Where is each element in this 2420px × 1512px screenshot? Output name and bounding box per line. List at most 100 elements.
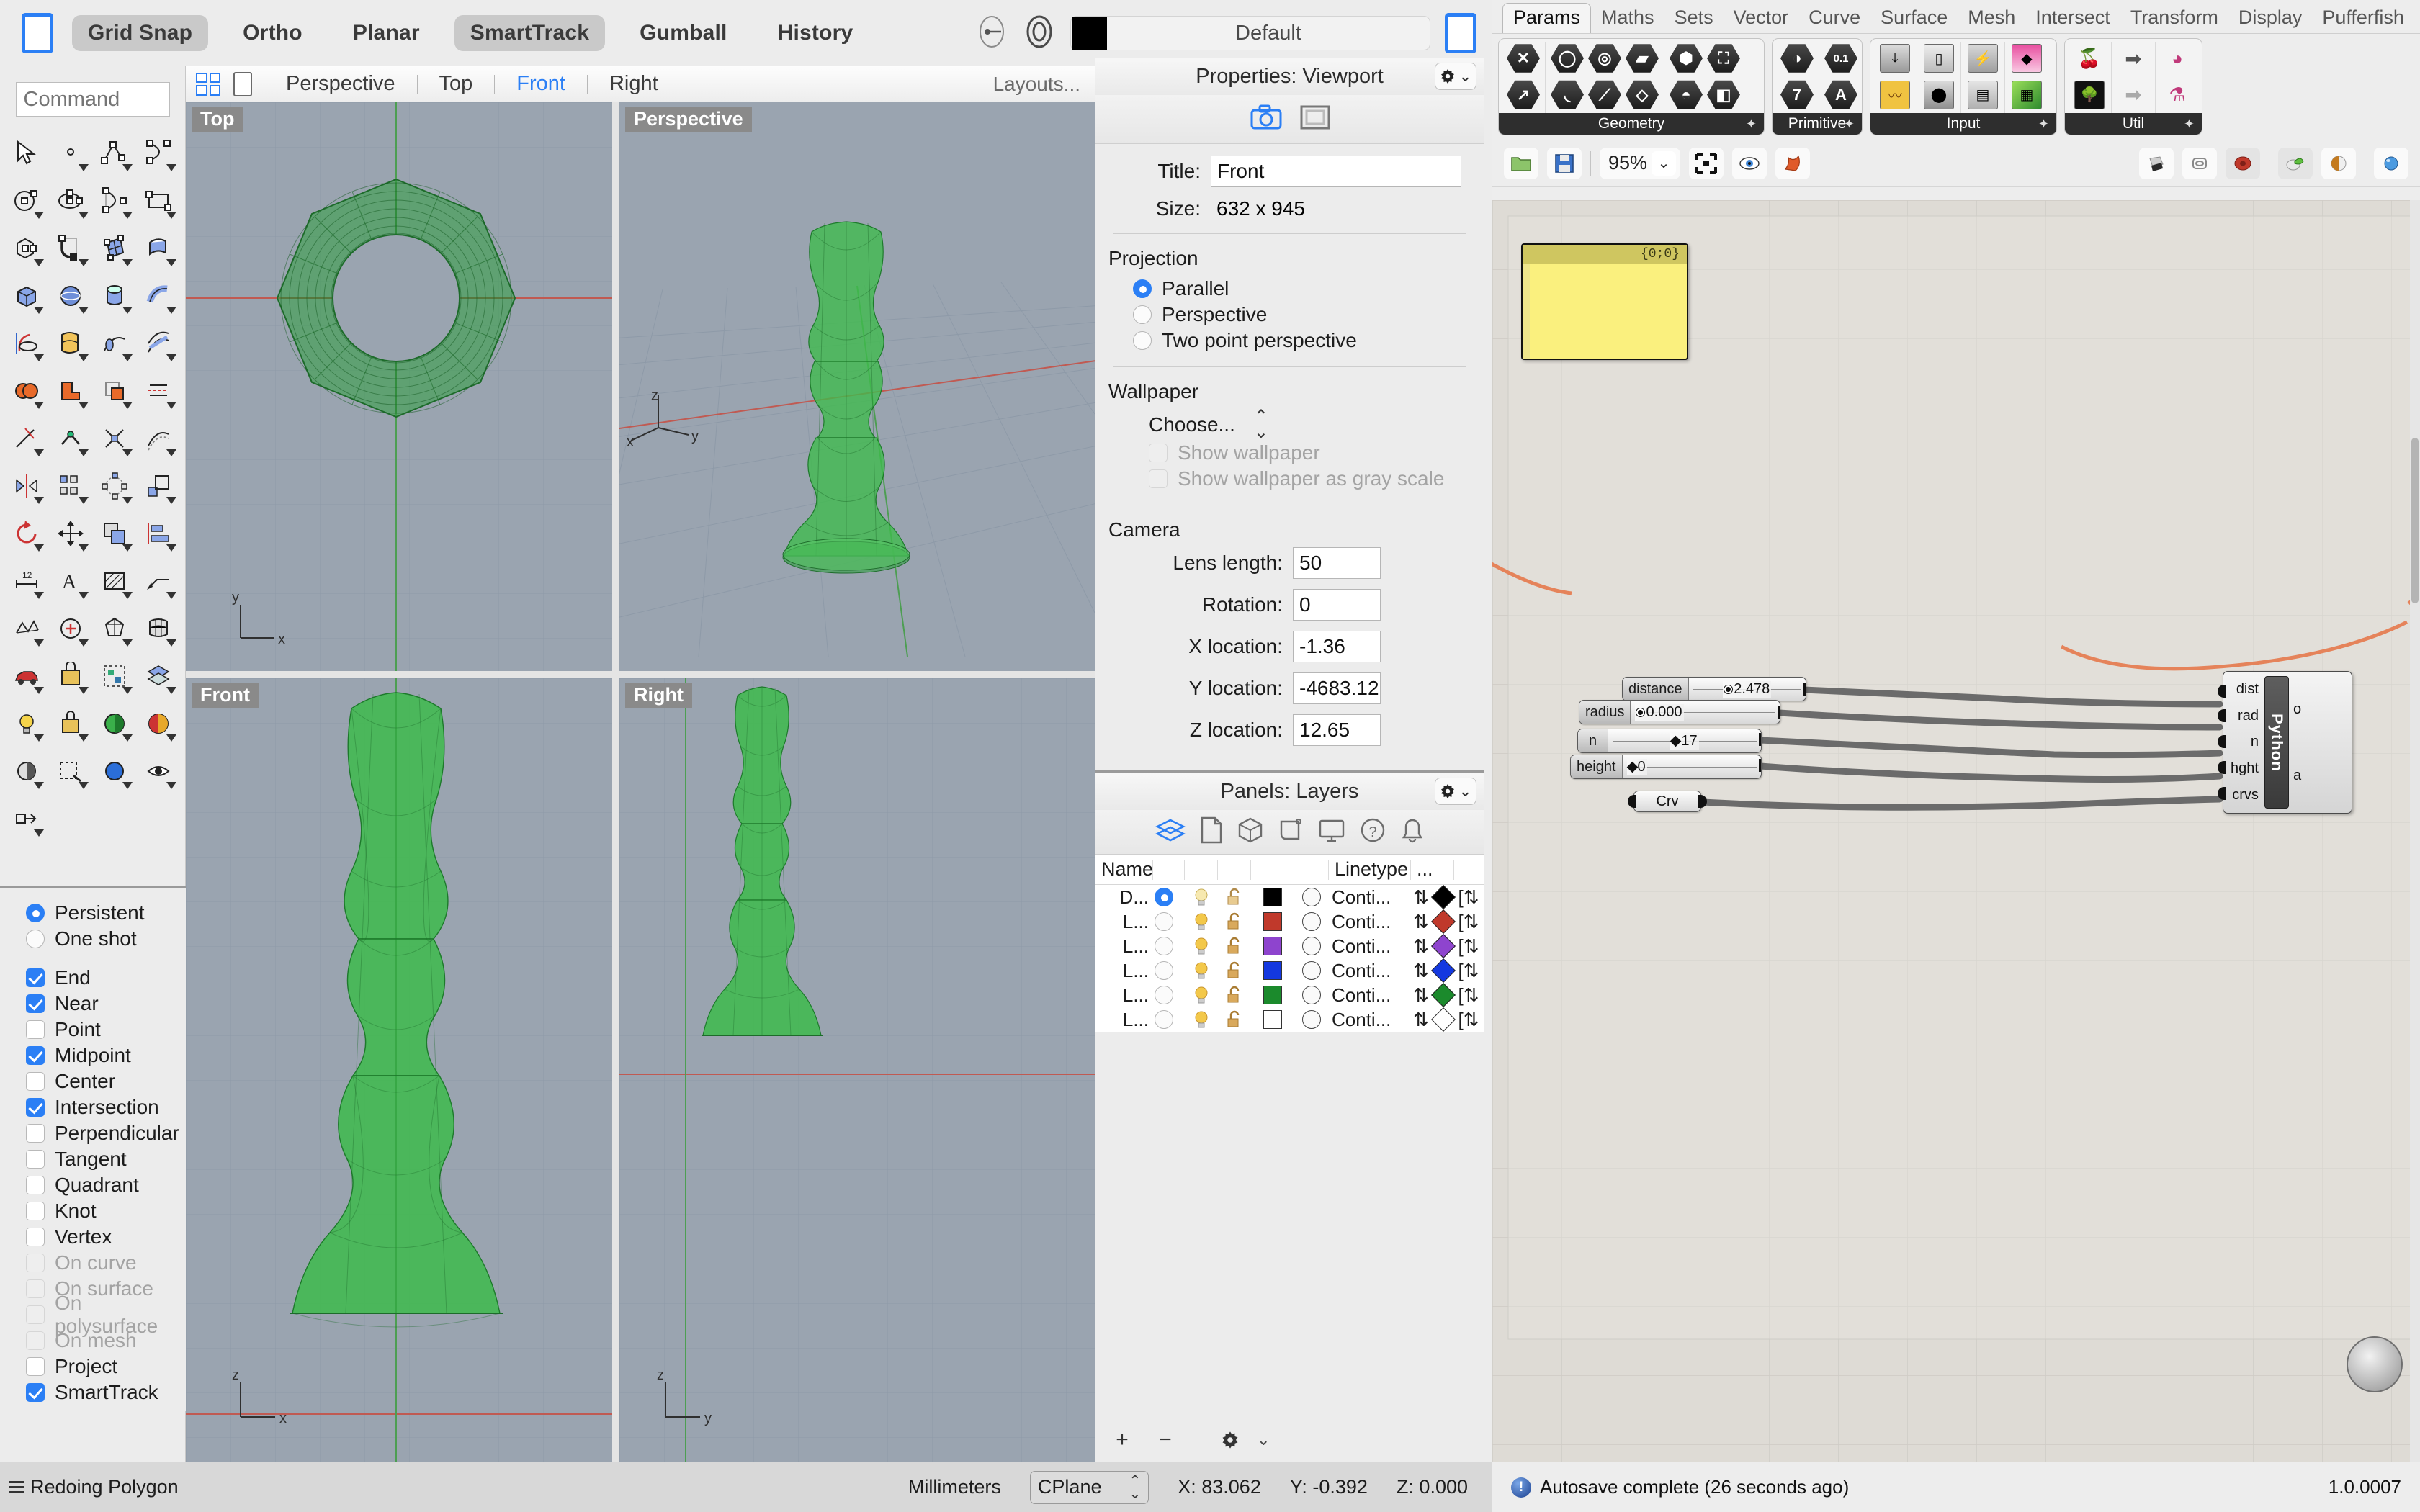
unlock-icon[interactable] [1218,912,1251,932]
gh-tab-kangaroo2[interactable]: Kangaroo2 [2414,4,2420,33]
python-input-rad[interactable]: rad [2231,708,2259,724]
preview-shaded-icon[interactable] [2321,147,2356,179]
stepper-icon[interactable]: ⌃ ⌄ [1254,408,1268,441]
move-tool[interactable] [48,513,92,554]
table-row[interactable]: L... Conti... ⇅ [⇅ [1095,909,1484,934]
unlock-icon[interactable] [1218,936,1251,956]
radio-persistent[interactable] [26,904,45,922]
osnap-item-intersection[interactable]: Intersection [0,1094,186,1120]
gh-tab-mesh[interactable]: Mesh [1958,4,2025,33]
layer-material-icon[interactable] [1302,986,1321,1004]
viewport-tab-right[interactable]: Right [599,72,668,96]
table-row[interactable]: L... Conti... ⇅ [⇅ [1095,983,1484,1007]
stepper-icon[interactable]: ⇅ [1411,960,1431,982]
python-output-o[interactable]: o [2293,701,2301,718]
slider-knob[interactable] [1670,735,1682,747]
slider-knob[interactable] [1626,761,1638,773]
param-geometry-icon[interactable]: ✕ [1505,42,1541,75]
hatch-tool[interactable] [93,560,137,602]
expand-icon[interactable]: ✦ [1746,117,1757,132]
col-header-more[interactable]: ... [1411,858,1454,880]
light-bulb-icon[interactable] [1185,960,1218,981]
rectangle-tool[interactable] [137,180,181,222]
viewport-properties-icon[interactable] [1299,103,1331,135]
cube-icon[interactable] [1237,816,1264,848]
view-tool[interactable] [4,750,48,792]
cplane-origin-icon[interactable] [975,13,1008,54]
table-row[interactable]: L... Conti... ⇅ [⇅ [1095,1007,1484,1032]
boolean-toggle-icon[interactable]: ▯ [1921,42,1957,75]
checkbox-end[interactable] [26,968,45,987]
stepper-icon[interactable]: ⇅ [1411,886,1431,909]
toggle-gumball[interactable]: Gumball [624,15,743,51]
light-bulb-icon[interactable] [1185,1009,1218,1030]
sweep1-tool[interactable] [93,323,137,364]
camera-lens-icon[interactable] [1023,13,1056,54]
python-port-hght[interactable] [2218,761,2226,774]
slider-n-name[interactable]: n [1578,729,1608,752]
layer-material-icon[interactable] [1302,912,1321,931]
slider-knob[interactable] [1724,685,1733,693]
current-layer-radio[interactable] [1155,961,1173,980]
mesh-tool[interactable] [4,608,48,649]
slider-output-port[interactable] [1759,759,1761,772]
gh-panel-component[interactable]: {0;0} [1521,243,1688,360]
print-width-stepper[interactable]: [⇅ [1456,960,1482,982]
unlock-icon[interactable] [1218,960,1251,981]
print-width-stepper[interactable]: [⇅ [1456,984,1482,1007]
radio-parallel[interactable] [1133,279,1152,298]
python-output-a[interactable]: a [2293,768,2301,784]
cherries-icon[interactable]: 🍒 [2071,42,2107,75]
material-tool[interactable] [48,703,92,744]
checkbox-quadrant[interactable] [26,1176,45,1194]
layer-print-color[interactable] [1431,909,1456,934]
unlock-icon[interactable] [1218,1009,1251,1030]
number-slider-icon[interactable]: ⤓ [1877,42,1913,75]
toggle-planar[interactable]: Planar [337,15,436,51]
osnap-item-point[interactable]: Point [0,1017,186,1043]
layer-print-color[interactable] [1431,1007,1456,1032]
boolean-intersection-tool[interactable] [93,370,137,412]
value-list-icon[interactable]: ⚡ [1965,42,2001,75]
viewport-tab-front[interactable]: Front [506,72,575,96]
python-port-dist[interactable] [2218,685,2226,698]
gh-tab-sets[interactable]: Sets [1664,4,1724,33]
osnap-item-quadrant[interactable]: Quadrant [0,1172,186,1198]
layer-color-swatch[interactable] [1263,961,1282,980]
relay-icon[interactable]: ➡ [2115,42,2151,75]
chevron-down-icon[interactable]: ⌄ [1652,150,1677,176]
unlock-icon[interactable] [1218,887,1251,907]
expand-icon[interactable]: ✦ [1844,117,1855,132]
checkbox-vertex[interactable] [26,1228,45,1246]
projection-option-parallel[interactable]: Parallel [1108,276,1471,302]
slider-radius-name[interactable]: radius [1579,701,1631,724]
polyline-tool[interactable] [93,132,137,174]
gh-tab-pufferfish[interactable]: Pufferfish [2312,4,2414,33]
car-tool[interactable] [4,655,48,697]
radio-oneshot[interactable] [26,930,45,948]
viewport-top[interactable]: Top y x [186,102,612,671]
python-input-n[interactable]: n [2231,734,2259,750]
loft-tool[interactable] [48,323,92,364]
viewport-perspective[interactable]: Perspective z x y [619,102,1095,671]
print-width-stepper[interactable]: [⇅ [1456,935,1482,958]
gh-tab-vector[interactable]: Vector [1724,4,1799,33]
layers-gear-menu[interactable]: ⌄ [1435,778,1476,805]
checkbox-midpoint[interactable] [26,1046,45,1065]
gh-tab-curve[interactable]: Curve [1798,4,1870,33]
osnap-item-end[interactable]: End [0,965,186,991]
checkbox-point[interactable] [26,1020,45,1039]
layouts-button[interactable]: Layouts... [993,73,1080,96]
properties-gear-menu[interactable]: ⌄ [1435,63,1476,90]
copy-tool[interactable] [93,513,137,554]
param-mesh-icon[interactable]: ⛶ [1706,42,1742,75]
offset-tool[interactable] [137,418,181,459]
scale-tool[interactable] [137,465,181,507]
layer-material-icon[interactable] [1302,961,1321,980]
param-box-icon[interactable]: ⬢ [1668,42,1704,75]
checkbox-perpendicular[interactable] [26,1124,45,1143]
checkbox-intersection[interactable] [26,1098,45,1117]
page-icon[interactable] [1199,816,1224,848]
shaded-preview-icon[interactable] [2139,147,2174,179]
slider-radius[interactable]: radius 0.000 [1579,700,1780,724]
